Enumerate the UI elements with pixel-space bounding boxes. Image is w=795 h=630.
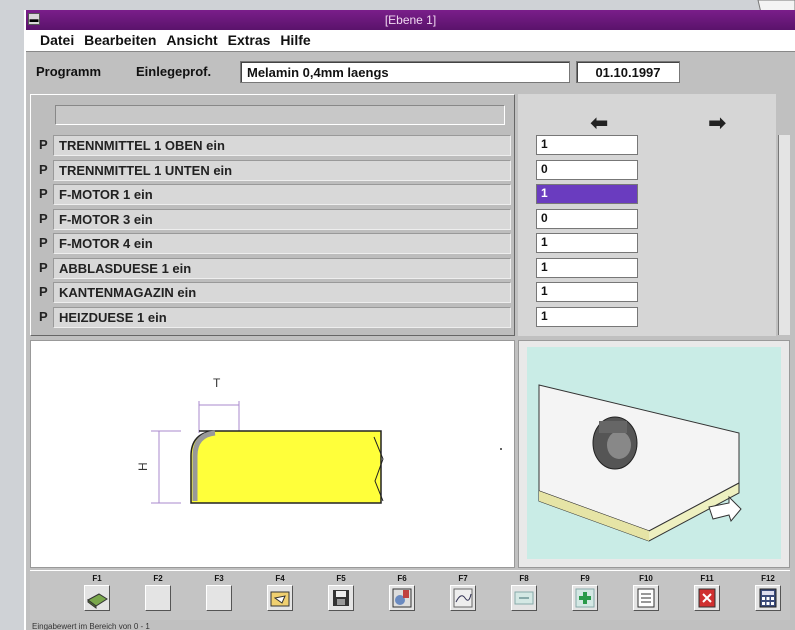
book-icon[interactable] [84,585,110,611]
exit-icon[interactable] [694,585,720,611]
fkey-label: F7 [458,574,468,583]
program-row: Programm Einlegeprof. Melamin 0,4mm laen… [30,58,770,88]
row-label: TRENNMITTEL 1 OBEN ein [53,135,511,156]
arrow-right-icon[interactable]: ➡ [708,110,726,136]
fkey-label: F4 [275,574,285,583]
row-prefix: P [39,161,48,177]
table-row[interactable]: P TRENNMITTEL 1 OBEN ein [35,135,511,157]
calculator-icon[interactable] [755,585,781,611]
fkey-f11[interactable]: F11 [682,571,732,621]
row-label: F-MOTOR 1 ein [53,184,511,205]
row-prefix: P [39,210,48,226]
table-row[interactable]: P F-MOTOR 1 ein [35,184,511,206]
fkey-label: F11 [700,574,714,583]
fkey-label: F2 [153,574,163,583]
fkey-f1[interactable]: F1 [72,571,122,621]
list-header [55,105,505,125]
fkey-f4[interactable]: F4 [255,571,305,621]
application-window: ▬ [Ebene 1] Datei Bearbeiten Ansicht Ext… [24,10,795,630]
program-name-field[interactable]: Melamin 0,4mm laengs [240,61,570,83]
program-type: Einlegeprof. [136,64,212,79]
fkey-f10[interactable]: F10 [621,571,671,621]
table-row[interactable]: P F-MOTOR 3 ein [35,208,511,231]
row-value-field[interactable]: 0 [536,208,638,229]
menu-extras[interactable]: Extras [228,32,271,48]
program-date-field[interactable]: 01.10.1997 [576,61,680,83]
fkey-label: F1 [92,574,102,583]
window-title: [Ebene 1] [384,13,437,27]
fkey-label: F9 [580,574,590,583]
dim-h-label: H [136,462,150,471]
menu-ansicht[interactable]: Ansicht [166,32,217,48]
table-row[interactable]: P ABBLASDUESE 1 ein [35,257,511,280]
menu-hilfe[interactable]: Hilfe [280,32,310,48]
floppy-save-icon[interactable] [328,585,354,611]
menu-bar: Datei Bearbeiten Ansicht Extras Hilfe [26,30,795,52]
row-value-field[interactable]: 1 [536,135,638,155]
folder-open-icon[interactable] [267,585,293,611]
row-label: F-MOTOR 3 ein [53,208,511,230]
row-prefix: P [39,259,48,275]
profile-drawing: T H [30,340,515,568]
title-bar: ▬ [Ebene 1] [26,10,795,30]
document-list-icon[interactable] [633,585,659,611]
parameter-list: P TRENNMITTEL 1 OBEN ein P TRENNMITTEL 1 UN… [30,94,515,336]
fkey-f6[interactable]: F6 [377,571,427,621]
program-label: Programm [36,64,102,79]
fkey-label: F6 [397,574,407,583]
status-bar: Eingabewert im Bereich von 0 - 1 [32,622,150,630]
row-value-field[interactable]: 1 [536,184,638,204]
menu-datei[interactable]: Datei [40,32,74,48]
blank-key-icon[interactable] [206,585,232,611]
machine-image [518,340,790,568]
row-label: TRENNMITTEL 1 UNTEN ein [53,159,511,181]
row-prefix: P [39,186,48,201]
fkey-f7[interactable]: F7 [438,571,488,621]
row-prefix: P [39,308,48,324]
row-value-field[interactable]: 1 [536,233,638,253]
fkey-f12[interactable]: F12 [743,571,793,621]
edit-curve-icon[interactable] [450,585,476,611]
fkey-f2[interactable]: F2 [133,571,183,621]
fkey-f5[interactable]: F5 [316,571,366,621]
vertical-scrollbar[interactable] [778,135,790,335]
plus-icon[interactable] [572,585,598,611]
row-value-field[interactable]: 1 [536,257,638,278]
table-row[interactable]: P KANTENMAGAZIN ein [35,282,511,304]
tool-settings-icon[interactable] [389,585,415,611]
fkey-label: F12 [761,574,775,583]
row-prefix: P [39,284,48,299]
table-row[interactable]: P F-MOTOR 4 ein [35,233,511,255]
fkey-label: F8 [519,574,529,583]
fkey-f8[interactable]: F8 [499,571,549,621]
row-value-field[interactable]: 1 [536,306,638,327]
fkey-label: F3 [214,574,224,583]
row-label: ABBLASDUESE 1 ein [53,257,511,279]
fkey-f9[interactable]: F9 [560,571,610,621]
row-prefix: P [39,235,48,250]
row-value-field[interactable]: 0 [536,159,638,180]
fkey-label: F5 [336,574,346,583]
table-row[interactable]: P TRENNMITTEL 1 UNTEN ein [35,159,511,182]
fkey-label: F10 [639,574,653,583]
row-label: KANTENMAGAZIN ein [53,282,511,303]
minus-icon[interactable] [511,585,537,611]
function-key-bar: F1 F2 F3 F4 F5 F6 F7 F8 F9 F10 F11 F12 [30,570,790,620]
blank-key-icon[interactable] [145,585,171,611]
dim-t-label: T [213,376,221,390]
value-panel: ⬅ ➡ 1 0 1 0 1 1 1 1 [518,94,776,336]
row-label: F-MOTOR 4 ein [53,233,511,254]
table-row[interactable]: P HEIZDUESE 1 ein [35,306,511,329]
row-prefix: P [39,137,48,152]
fkey-f3[interactable]: F3 [194,571,244,621]
arrow-left-icon[interactable]: ⬅ [590,110,608,136]
row-value-field[interactable]: 1 [536,282,638,302]
row-label: HEIZDUESE 1 ein [53,306,511,328]
menu-bearbeiten[interactable]: Bearbeiten [84,32,156,48]
